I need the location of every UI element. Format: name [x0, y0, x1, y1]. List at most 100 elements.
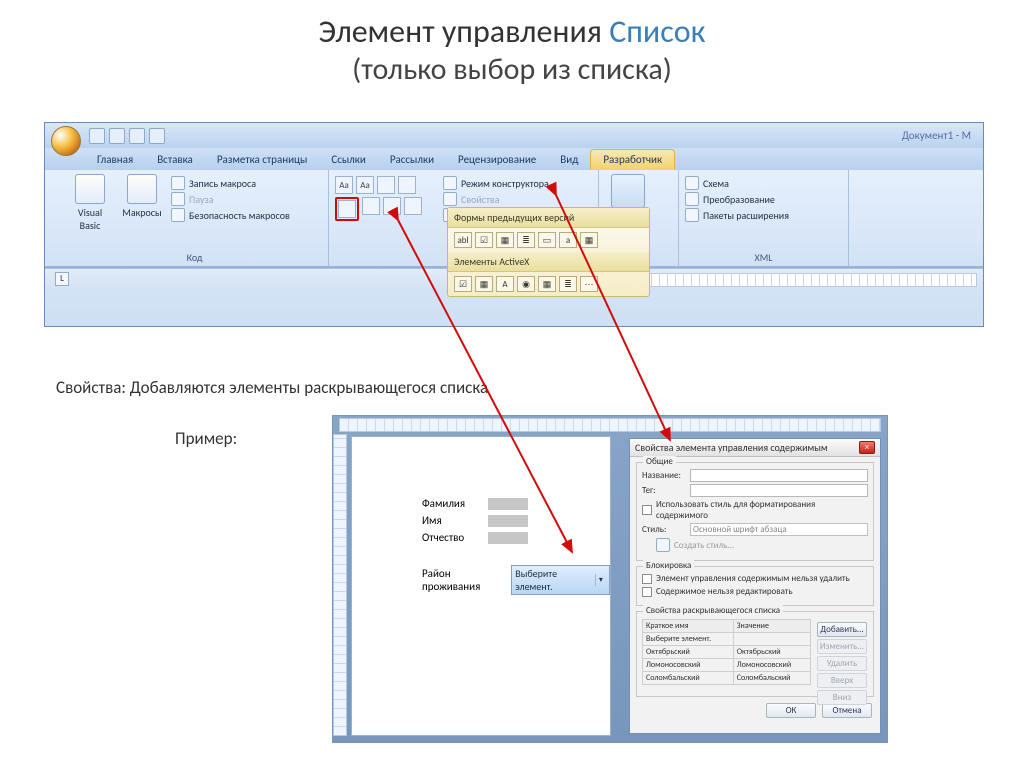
properties-button[interactable]: Свойства	[443, 192, 549, 206]
body-text: Свойства: Добавляются элементы раскрываю…	[56, 377, 488, 398]
titlebar: Документ1 - M	[45, 123, 983, 148]
field-name-row: Имя	[422, 514, 528, 527]
record-macro-icon	[171, 176, 185, 190]
region-dropdown[interactable]: Выберите элемент. ▾	[511, 565, 610, 595]
tab-insert[interactable]: Вставка	[145, 150, 205, 170]
legacy-check-icon[interactable]: ☑	[475, 232, 493, 248]
list-props-label: Свойства раскрывающегося списка	[643, 605, 783, 616]
date-ctrl-icon[interactable]	[362, 197, 380, 215]
macros-button[interactable]: Макросы	[119, 172, 165, 219]
dialog-titlebar: Свойства элемента управления содержимым …	[630, 439, 880, 457]
schema-label: Схема	[703, 177, 729, 190]
region-value: Выберите элемент.	[515, 567, 591, 593]
ax-check-icon[interactable]: ☑	[454, 276, 472, 292]
field-patronymic-row: Отчество	[422, 531, 528, 544]
office-orb-icon[interactable]	[51, 126, 81, 156]
save-icon[interactable]	[89, 128, 105, 144]
listbox-ctrl-icon[interactable]	[338, 200, 356, 218]
legacy-list-icon[interactable]: ≣	[517, 232, 535, 248]
name-label: Название:	[642, 470, 686, 481]
list-table[interactable]: Краткое имяЗначение Выберите элемент. Ок…	[642, 619, 811, 685]
record-macro-button[interactable]: Запись макроса	[171, 176, 290, 190]
undo-icon[interactable]	[109, 128, 125, 144]
pause-icon	[171, 192, 185, 206]
legacy-frame-icon[interactable]: ▭	[538, 232, 556, 248]
surname-placeholder	[488, 498, 528, 510]
tab-review[interactable]: Рецензирование	[446, 150, 548, 170]
edit-button[interactable]: Изменить...	[817, 639, 867, 654]
tab-type-icon[interactable]: L	[55, 272, 69, 286]
slide-title: Элемент управления Список	[0, 12, 1024, 51]
tab-developer[interactable]: Разработчик	[590, 149, 675, 170]
design-mode-label: Режим конструктора	[461, 177, 549, 190]
legacy-tools-panel: Формы предыдущих версий abl ☑ ▦ ≣ ▭ a ▦ …	[447, 207, 650, 297]
close-icon[interactable]: ×	[859, 441, 875, 454]
combo-ctrl-icon[interactable]	[398, 176, 416, 194]
style-select[interactable]: Основной шрифт абзаца	[690, 523, 868, 536]
transform-icon	[685, 192, 699, 206]
locking-group: Блокировка Элемент управления содержимым…	[636, 566, 874, 606]
title-accent: Список	[609, 12, 705, 51]
add-button[interactable]: Добавить...	[817, 622, 867, 637]
tab-refs[interactable]: Ссылки	[319, 150, 378, 170]
visual-basic-button[interactable]: Visual Basic	[67, 172, 113, 232]
down-button[interactable]: Вниз	[817, 690, 867, 705]
tab-home[interactable]: Главная	[85, 150, 145, 170]
schema-button[interactable]: Схема	[685, 176, 842, 190]
richtext-ctrl-icon[interactable]: Aa	[335, 176, 353, 194]
v-ruler	[333, 434, 347, 736]
slide-title-block: Элемент управления Список (только выбор …	[0, 0, 1024, 94]
ribbon-tabs: Главная Вставка Разметка страницы Ссылки…	[45, 148, 983, 170]
legacy-shade-icon[interactable]: ▦	[580, 232, 598, 248]
ax-label-icon[interactable]: A	[496, 276, 514, 292]
macros-icon	[127, 174, 157, 204]
cancel-button[interactable]: Отмена	[822, 703, 872, 718]
ax-more-icon[interactable]: ⋯	[580, 276, 598, 292]
delete-button[interactable]: Удалить	[817, 656, 867, 671]
pause-button: Пауза	[171, 192, 290, 206]
legacy-text-icon[interactable]: abl	[454, 232, 472, 248]
ax-option-icon[interactable]: ◉	[517, 276, 535, 292]
field-region-row: Район проживания Выберите элемент. ▾	[422, 565, 610, 595]
expansion-button[interactable]: Пакеты расширения	[685, 208, 842, 222]
transform-button[interactable]: Преобразование	[685, 192, 842, 206]
tag-input[interactable]	[690, 484, 868, 497]
use-style-checkbox[interactable]	[642, 505, 652, 515]
legacy-combo-icon[interactable]: ▦	[496, 232, 514, 248]
design-mode-button[interactable]: Режим конструктора	[443, 176, 549, 190]
macros-label: Макросы	[122, 206, 161, 219]
macro-security-button[interactable]: Безопасность макросов	[171, 208, 290, 222]
listbox-highlight	[335, 197, 359, 221]
expansion-label: Пакеты расширения	[703, 209, 789, 222]
name-input[interactable]	[690, 469, 868, 482]
lock-edit-checkbox[interactable]	[642, 587, 652, 597]
lock-delete-checkbox[interactable]	[642, 574, 652, 584]
table-row: Выберите элемент.	[643, 633, 811, 646]
schema-icon	[685, 176, 699, 190]
legacy-tools-icon[interactable]	[404, 197, 422, 215]
ax-list-icon[interactable]: ▦	[538, 276, 556, 292]
patronymic-label: Отчество	[422, 531, 482, 544]
dialog-title: Свойства элемента управления содержимым	[635, 441, 828, 454]
pause-label: Пауза	[189, 193, 214, 206]
picture-ctrl-icon[interactable]	[377, 176, 395, 194]
visual-basic-label: Visual Basic	[78, 206, 102, 232]
tab-layout[interactable]: Разметка страницы	[205, 150, 320, 170]
legacy-label-icon[interactable]: a	[559, 232, 577, 248]
col-short: Краткое имя	[643, 620, 734, 633]
text-ctrl-icon[interactable]: Aa	[356, 176, 374, 194]
patronymic-placeholder	[488, 532, 528, 544]
tab-mail[interactable]: Рассылки	[378, 150, 446, 170]
ok-button[interactable]: ОК	[766, 703, 816, 718]
ax-combo-icon[interactable]: ≣	[559, 276, 577, 292]
up-button[interactable]: Вверх	[817, 673, 867, 688]
qat-more-icon[interactable]	[149, 128, 165, 144]
block-ctrl-icon[interactable]	[383, 197, 401, 215]
general-label: Общие	[643, 456, 676, 467]
general-group: Общие Название: Тег: Использовать стиль …	[636, 462, 874, 561]
ax-text-icon[interactable]: ▦	[475, 276, 493, 292]
redo-icon[interactable]	[129, 128, 145, 144]
tab-view[interactable]: Вид	[548, 150, 590, 170]
create-style-button[interactable]: Создать стиль...	[674, 540, 734, 551]
h-ruler	[339, 418, 881, 432]
